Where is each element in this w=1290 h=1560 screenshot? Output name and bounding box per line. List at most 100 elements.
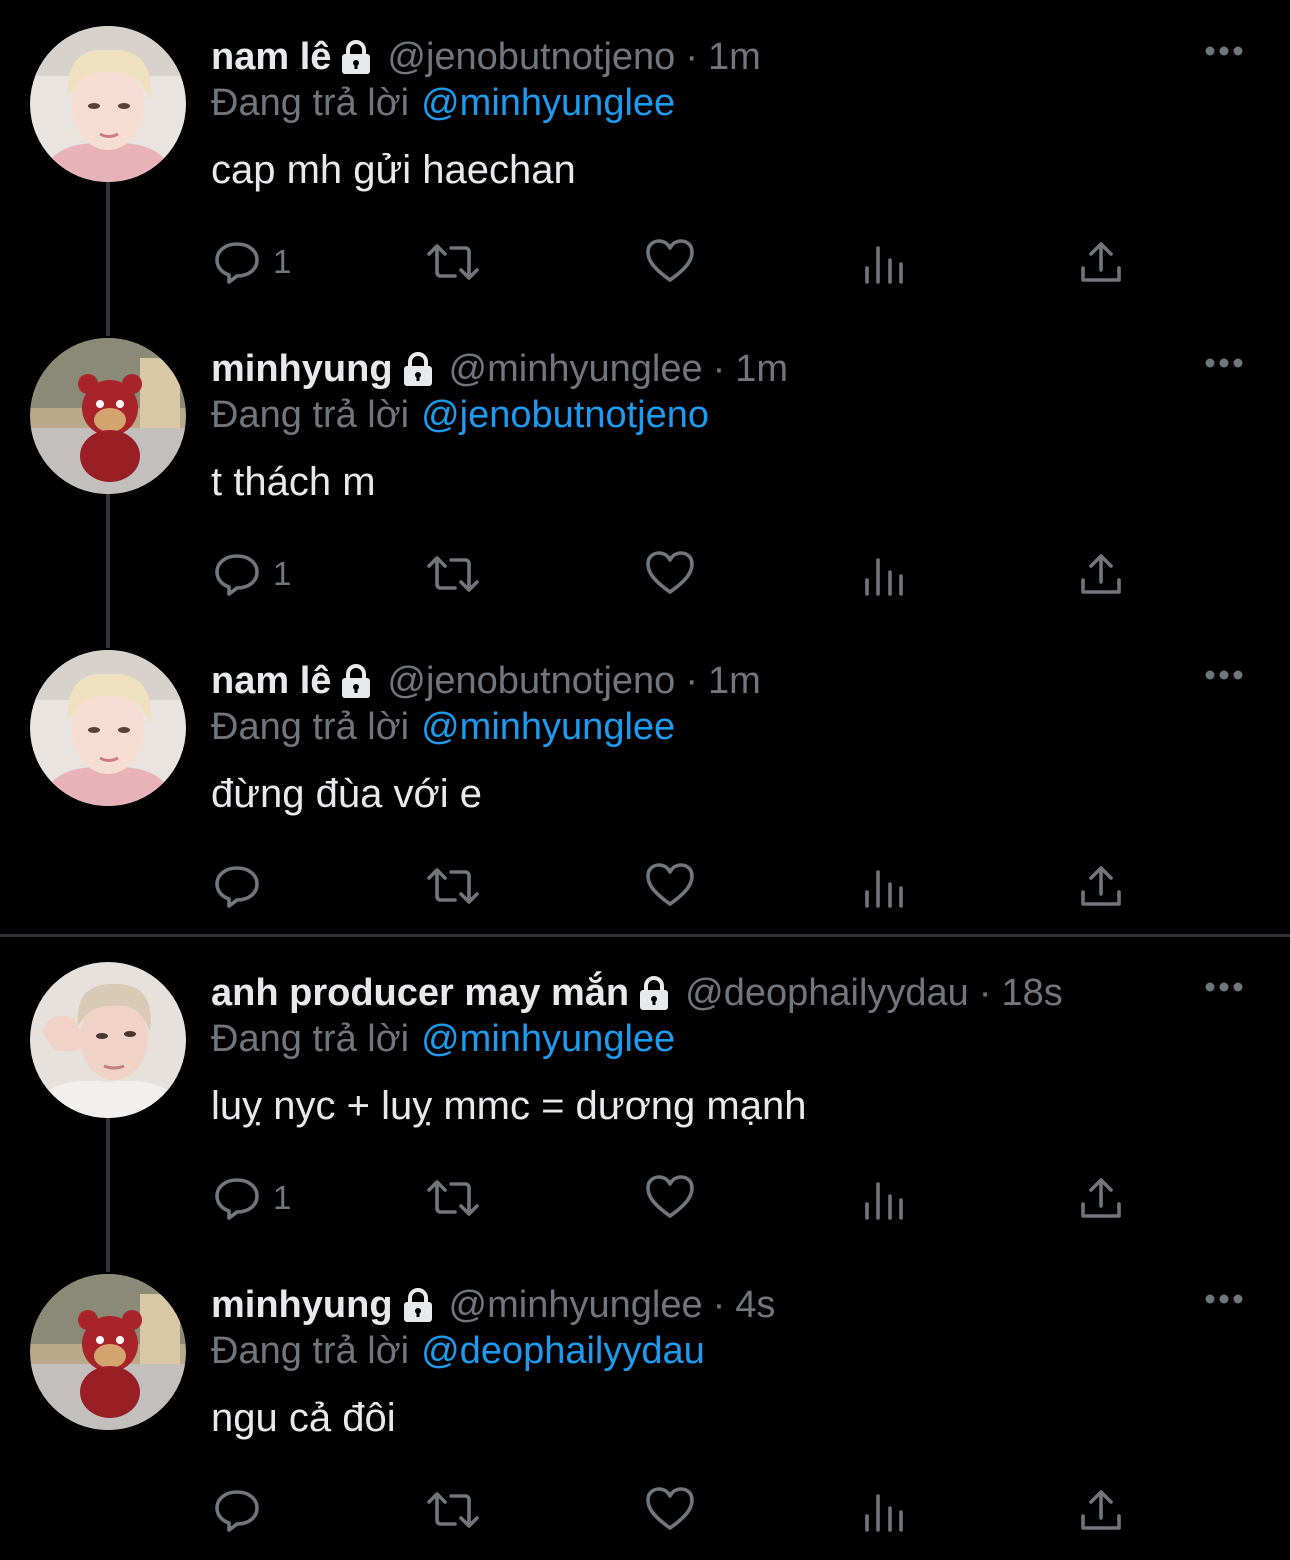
replying-to: Đang trả lời @jenobutnotjeno xyxy=(211,394,709,437)
reply-count: 1 xyxy=(273,555,292,592)
analytics-button[interactable] xyxy=(863,860,907,912)
more-options-icon[interactable] xyxy=(1204,44,1244,56)
more-options-icon[interactable] xyxy=(1204,668,1244,680)
tweet[interactable]: minhyung @minhyunglee · 1m Đang trả lời @… xyxy=(0,312,1290,624)
separator-dot: · xyxy=(685,659,698,702)
more-options-icon[interactable] xyxy=(1204,980,1244,992)
display-name[interactable]: nam lê xyxy=(211,36,331,79)
retweet-icon xyxy=(427,556,479,592)
heart-icon xyxy=(646,239,694,282)
user-handle[interactable]: @deophailyydau xyxy=(685,972,969,1015)
share-button[interactable] xyxy=(1077,548,1125,600)
share-icon xyxy=(1081,242,1121,282)
tweet-text: đừng đùa với e xyxy=(211,772,482,816)
reply-button[interactable]: 1 xyxy=(213,548,291,600)
display-name[interactable]: nam lê xyxy=(211,660,331,703)
avatar[interactable] xyxy=(30,650,186,806)
avatar[interactable] xyxy=(30,1274,186,1430)
reply-button[interactable]: 1 xyxy=(213,236,291,288)
tweet-text: ngu cả đôi xyxy=(211,1396,396,1440)
lock-icon xyxy=(637,975,671,1011)
share-icon xyxy=(1081,554,1121,594)
share-button[interactable] xyxy=(1077,236,1125,288)
share-button[interactable] xyxy=(1077,1172,1125,1224)
more-options-icon[interactable] xyxy=(1204,356,1244,368)
replying-to-handle[interactable]: @minhyunglee xyxy=(421,82,675,124)
share-icon xyxy=(1081,1490,1121,1530)
retweet-button[interactable] xyxy=(425,236,481,288)
replying-to-handle[interactable]: @jenobutnotjeno xyxy=(421,394,709,436)
replying-to-label: Đang trả lời xyxy=(211,1018,410,1060)
retweet-icon xyxy=(427,1492,479,1528)
like-button[interactable] xyxy=(645,1172,695,1224)
user-handle[interactable]: @jenobutnotjeno xyxy=(387,36,675,79)
tweet-header: minhyung @minhyunglee · 1m xyxy=(211,344,788,394)
blonde-person-avatar xyxy=(30,26,186,182)
separator-dot: · xyxy=(978,971,992,1014)
reply-button[interactable] xyxy=(213,1484,273,1536)
retweet-button[interactable] xyxy=(425,860,481,912)
tweet-text: t thách m xyxy=(211,460,376,504)
like-button[interactable] xyxy=(645,548,695,600)
display-name[interactable]: minhyung xyxy=(211,348,393,391)
lock-icon xyxy=(401,351,435,387)
avatar[interactable] xyxy=(30,338,186,494)
timestamp[interactable]: 1m xyxy=(708,36,761,79)
analytics-button[interactable] xyxy=(863,1484,907,1536)
reply-count: 1 xyxy=(273,243,292,280)
like-button[interactable] xyxy=(645,236,695,288)
tweet[interactable]: anh producer may mắn @deophailyydau · 18… xyxy=(0,936,1290,1248)
reply-count: 1 xyxy=(273,1179,292,1216)
tweet-text: cap mh gửi haechan xyxy=(211,148,576,192)
analytics-button[interactable] xyxy=(863,1172,907,1224)
display-name[interactable]: anh producer may mắn xyxy=(211,972,629,1015)
separator-dot: · xyxy=(712,347,726,390)
tweet-text: luỵ nyc + luỵ mmc = dương mạnh xyxy=(211,1084,807,1128)
analytics-button[interactable] xyxy=(863,236,907,288)
reply-button[interactable] xyxy=(213,860,273,912)
separator-dot: · xyxy=(712,1283,726,1326)
avatar[interactable] xyxy=(30,962,186,1118)
lock-icon xyxy=(401,1287,435,1323)
tweet[interactable]: nam lê @jenobutnotjeno · 1m Đang trả lời… xyxy=(0,0,1290,312)
timestamp[interactable]: 1m xyxy=(708,660,761,703)
replying-to-label: Đang trả lời xyxy=(211,706,410,748)
user-handle[interactable]: @minhyunglee xyxy=(449,1284,703,1327)
replying-to-handle[interactable]: @minhyunglee xyxy=(421,1018,675,1060)
retweet-button[interactable] xyxy=(425,548,481,600)
tweet-actions: 1 xyxy=(211,548,1141,600)
timestamp[interactable]: 1m xyxy=(735,348,788,391)
replying-to-handle[interactable]: @minhyunglee xyxy=(421,706,675,748)
like-button[interactable] xyxy=(645,1484,695,1536)
timestamp[interactable]: 18s xyxy=(1001,972,1062,1015)
replying-to: Đang trả lời @minhyunglee xyxy=(211,82,675,125)
analytics-button[interactable] xyxy=(863,548,907,600)
reply-icon xyxy=(215,1490,259,1532)
like-button[interactable] xyxy=(645,860,695,912)
more-options-icon[interactable] xyxy=(1204,1292,1244,1304)
user-handle[interactable]: @minhyunglee xyxy=(449,348,703,391)
retweet-button[interactable] xyxy=(425,1172,481,1224)
heart-icon xyxy=(646,1487,694,1530)
plush-bear-avatar xyxy=(30,338,186,494)
replying-to-handle[interactable]: @deophailyydau xyxy=(421,1330,705,1372)
reply-icon xyxy=(215,242,259,284)
tweet[interactable]: nam lê @jenobutnotjeno · 1m Đang trả lời… xyxy=(0,624,1290,936)
display-name[interactable]: minhyung xyxy=(211,1284,393,1327)
timestamp[interactable]: 4s xyxy=(735,1284,775,1327)
replying-to-label: Đang trả lời xyxy=(211,394,410,436)
reply-icon xyxy=(215,1178,259,1220)
tweet[interactable]: minhyung @minhyunglee · 4s Đang trả lời @… xyxy=(0,1248,1290,1560)
share-icon xyxy=(1081,1178,1121,1218)
replying-to-label: Đang trả lời xyxy=(211,1330,410,1372)
share-button[interactable] xyxy=(1077,1484,1125,1536)
share-button[interactable] xyxy=(1077,860,1125,912)
analytics-icon xyxy=(865,870,903,908)
plush-bear-avatar xyxy=(30,1274,186,1430)
avatar[interactable] xyxy=(30,26,186,182)
user-handle[interactable]: @jenobutnotjeno xyxy=(387,660,675,703)
retweet-button[interactable] xyxy=(425,1484,481,1536)
reply-button[interactable]: 1 xyxy=(213,1172,291,1224)
lock-icon xyxy=(339,39,373,75)
replying-to: Đang trả lời @minhyunglee xyxy=(211,1018,675,1061)
